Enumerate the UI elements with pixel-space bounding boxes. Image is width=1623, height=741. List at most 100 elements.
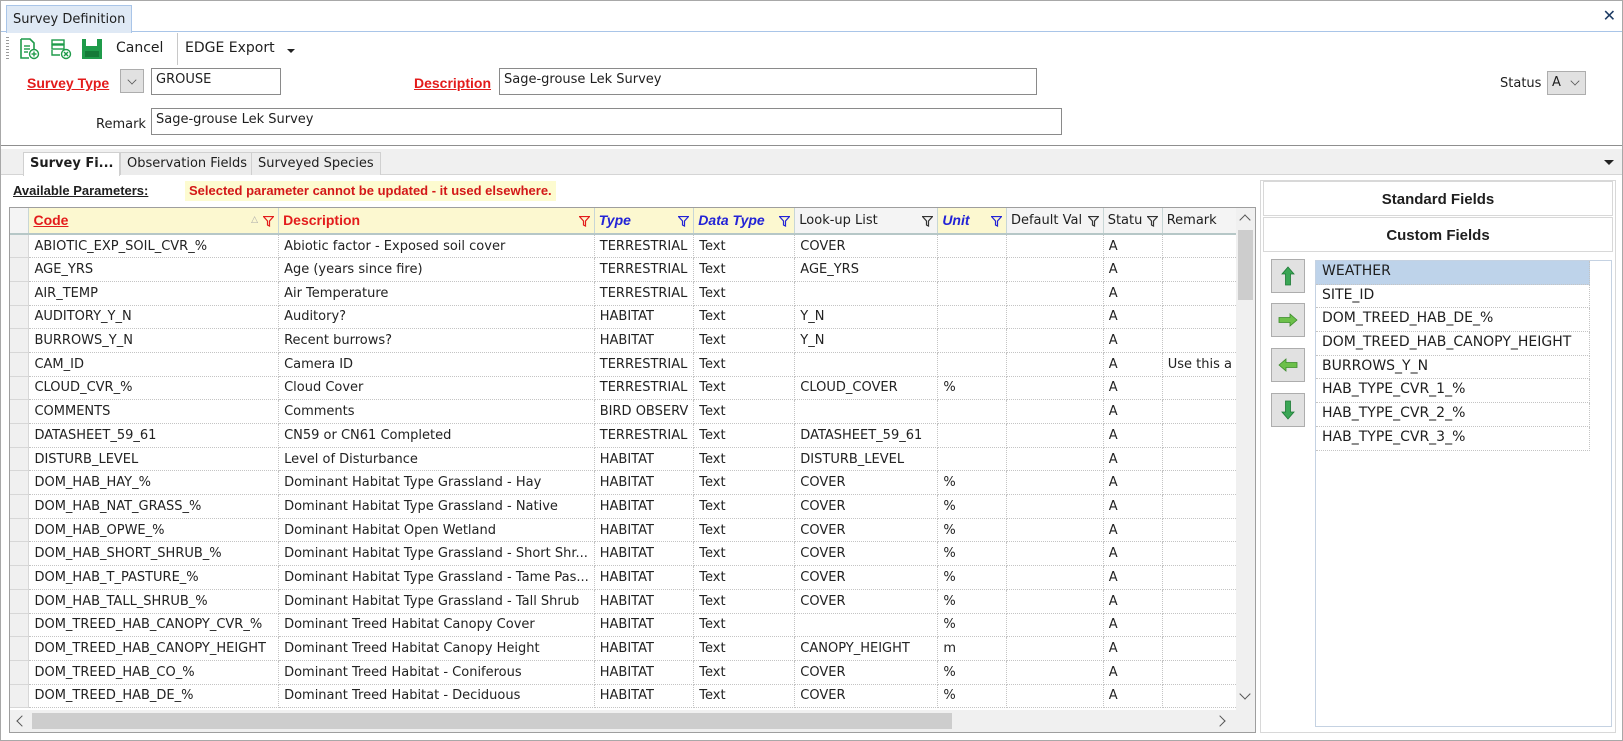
cell-unit[interactable]: % bbox=[937, 684, 1007, 709]
table-row[interactable]: DATASHEET_59_61 CN59 or CN61 Completed TER… bbox=[10, 423, 1238, 448]
filter-icon[interactable] bbox=[1145, 215, 1159, 227]
cell-remark[interactable] bbox=[1162, 423, 1238, 448]
row-indicator[interactable] bbox=[10, 423, 30, 448]
cell-data-type[interactable]: Text bbox=[693, 636, 796, 661]
scroll-thumb[interactable] bbox=[1238, 230, 1253, 300]
cell-description[interactable]: CN59 or CN61 Completed bbox=[278, 423, 595, 448]
list-item[interactable]: HAB_TYPE_CVR_3_% bbox=[1316, 426, 1590, 451]
cell-lookup-list[interactable]: COVER bbox=[794, 565, 939, 590]
table-row[interactable]: BURROWS_Y_N Recent burrows? HABITAT Text Y_N… bbox=[10, 328, 1238, 353]
cell-unit[interactable] bbox=[937, 257, 1007, 282]
cell-unit[interactable]: % bbox=[937, 494, 1007, 519]
cell-data-type[interactable]: Text bbox=[693, 589, 796, 614]
filter-icon[interactable] bbox=[778, 215, 792, 227]
row-indicator[interactable] bbox=[10, 565, 30, 590]
cell-description[interactable]: Cloud Cover bbox=[278, 376, 595, 401]
table-row[interactable]: DOM_TREED_HAB_DE_% Dominant Treed Habitat… bbox=[10, 684, 1238, 709]
move-right-button[interactable] bbox=[1271, 303, 1305, 337]
dropdown-arrow-icon[interactable] bbox=[287, 49, 295, 53]
column-header-unit[interactable]: Unit bbox=[937, 208, 1007, 235]
table-row[interactable]: DOM_TREED_HAB_CO_% Dominant Treed Habitat… bbox=[10, 660, 1238, 685]
cell-type[interactable]: HABITAT bbox=[594, 684, 695, 709]
cell-status[interactable]: A bbox=[1103, 589, 1163, 614]
cell-unit[interactable]: m bbox=[937, 636, 1007, 661]
cell-unit[interactable]: % bbox=[937, 518, 1007, 543]
row-indicator[interactable] bbox=[10, 660, 30, 685]
row-indicator[interactable] bbox=[10, 352, 30, 377]
cell-default-value[interactable] bbox=[1006, 494, 1104, 519]
survey-type-label[interactable]: Survey Type bbox=[27, 75, 109, 91]
cell-code[interactable]: ABIOTIC_EXP_SOIL_CVR_% bbox=[28, 234, 280, 259]
cell-remark[interactable] bbox=[1162, 518, 1238, 543]
toolbar-grip[interactable] bbox=[6, 37, 9, 59]
scroll-thumb[interactable] bbox=[32, 713, 952, 729]
cell-remark[interactable] bbox=[1162, 447, 1238, 472]
cell-type[interactable]: HABITAT bbox=[594, 589, 695, 614]
cell-remark[interactable] bbox=[1162, 257, 1238, 282]
cell-description[interactable]: Dominant Habitat Type Grassland - Tall S… bbox=[278, 589, 595, 614]
tab-observation-fields[interactable]: Observation Fields bbox=[120, 152, 255, 175]
cell-type[interactable]: HABITAT bbox=[594, 541, 695, 567]
cell-remark[interactable] bbox=[1162, 494, 1238, 519]
filter-icon[interactable] bbox=[921, 215, 935, 227]
cell-lookup-list[interactable]: CLOUD_COVER bbox=[794, 376, 939, 401]
vertical-scrollbar[interactable] bbox=[1236, 208, 1255, 710]
cell-remark[interactable] bbox=[1162, 281, 1238, 306]
cell-unit[interactable] bbox=[937, 328, 1007, 353]
table-row[interactable]: DOM_HAB_SHORT_SHRUB_% Dominant Habitat Ty… bbox=[10, 541, 1238, 567]
cell-remark[interactable] bbox=[1162, 399, 1238, 424]
cell-code[interactable]: DATASHEET_59_61 bbox=[28, 423, 280, 448]
cell-lookup-list[interactable]: COVER bbox=[794, 494, 939, 519]
cell-type[interactable]: TERRESTRIAL bbox=[594, 352, 695, 377]
cell-type[interactable]: HABITAT bbox=[594, 328, 695, 353]
cell-data-type[interactable]: Text bbox=[693, 494, 796, 519]
cell-code[interactable]: CLOUD_CVR_% bbox=[28, 376, 280, 401]
cell-data-type[interactable]: Text bbox=[693, 399, 796, 424]
cell-code[interactable]: BURROWS_Y_N bbox=[28, 328, 280, 353]
cell-status[interactable]: A bbox=[1103, 352, 1163, 377]
column-header-type[interactable]: Type bbox=[594, 208, 695, 235]
cell-lookup-list[interactable]: DATASHEET_59_61 bbox=[794, 423, 939, 448]
row-indicator[interactable] bbox=[10, 541, 30, 567]
cell-lookup-list[interactable]: COVER bbox=[794, 518, 939, 543]
table-row[interactable]: CLOUD_CVR_% Cloud Cover TERRESTRIAL Text CLO… bbox=[10, 376, 1238, 401]
status-dropdown[interactable]: A bbox=[1547, 71, 1586, 95]
cell-lookup-list[interactable]: AGE_YRS bbox=[794, 257, 939, 282]
cell-data-type[interactable]: Text bbox=[693, 541, 796, 567]
cell-remark[interactable] bbox=[1162, 541, 1238, 567]
cell-description[interactable]: Dominant Treed Habitat Canopy Cover bbox=[278, 613, 595, 638]
cell-remark[interactable] bbox=[1162, 684, 1238, 709]
cell-type[interactable]: HABITAT bbox=[594, 494, 695, 519]
cell-code[interactable]: DOM_HAB_T_PASTURE_% bbox=[28, 565, 280, 590]
cell-data-type[interactable]: Text bbox=[693, 305, 796, 330]
column-header-remark[interactable]: Remark bbox=[1162, 208, 1238, 235]
cell-default-value[interactable] bbox=[1006, 281, 1104, 306]
cell-data-type[interactable]: Text bbox=[693, 352, 796, 377]
cell-unit[interactable]: % bbox=[937, 613, 1007, 638]
standard-fields-button[interactable]: Standard Fields bbox=[1263, 181, 1613, 216]
column-header-lookup-list[interactable]: Look-up List bbox=[794, 208, 939, 235]
cell-lookup-list[interactable] bbox=[794, 352, 939, 377]
cell-description[interactable]: Dominant Treed Habitat - Deciduous bbox=[278, 684, 595, 709]
table-row[interactable]: DOM_TREED_HAB_CANOPY_CVR_% Dominant Treed… bbox=[10, 613, 1238, 638]
cell-description[interactable]: Dominant Habitat Type Grassland - Tame P… bbox=[278, 565, 595, 590]
cell-description[interactable]: Dominant Habitat Type Grassland - Short … bbox=[278, 541, 595, 567]
cell-code[interactable]: DOM_HAB_HAY_% bbox=[28, 470, 280, 496]
table-row[interactable]: DOM_HAB_NAT_GRASS_% Dominant Habitat Type… bbox=[10, 494, 1238, 519]
cell-description[interactable]: Dominant Habitat Type Grassland - Hay bbox=[278, 470, 595, 496]
cell-data-type[interactable]: Text bbox=[693, 376, 796, 401]
scroll-left-icon[interactable] bbox=[16, 715, 28, 727]
tab-overflow-icon[interactable] bbox=[1604, 160, 1614, 165]
cell-type[interactable]: TERRESTRIAL bbox=[594, 423, 695, 448]
cell-status[interactable]: A bbox=[1103, 660, 1163, 685]
cell-description[interactable]: Recent burrows? bbox=[278, 328, 595, 353]
filter-icon[interactable] bbox=[677, 215, 691, 227]
column-header-data-type[interactable]: Data Type bbox=[693, 208, 796, 235]
cell-type[interactable]: TERRESTRIAL bbox=[594, 257, 695, 282]
cell-description[interactable]: Comments bbox=[278, 399, 595, 424]
cell-default-value[interactable] bbox=[1006, 613, 1104, 638]
description-label[interactable]: Description bbox=[414, 75, 491, 91]
cell-data-type[interactable]: Text bbox=[693, 565, 796, 590]
tab-survey-fields[interactable]: Survey Fi... bbox=[23, 152, 121, 176]
cell-code[interactable]: AUDITORY_Y_N bbox=[28, 305, 280, 330]
